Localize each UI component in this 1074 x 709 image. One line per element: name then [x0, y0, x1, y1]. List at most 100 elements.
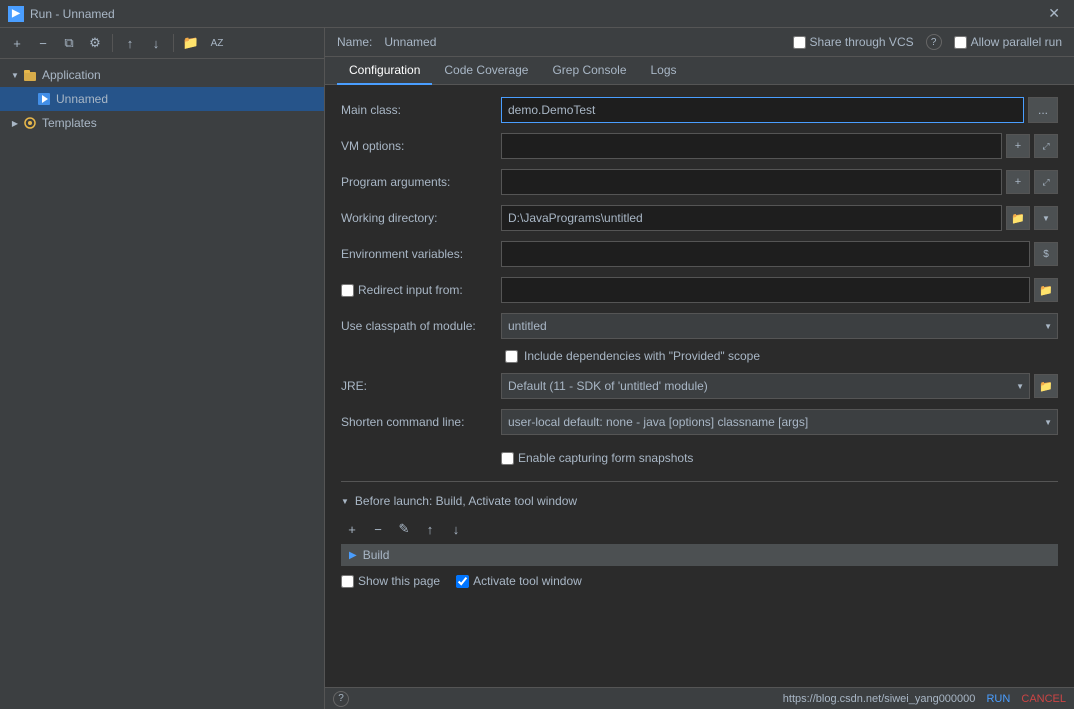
cancel-status-button[interactable]: CANCEL [1021, 693, 1066, 705]
include-dependencies-checkbox[interactable] [505, 350, 518, 363]
move-down-button[interactable]: ↓ [145, 32, 167, 54]
enable-capturing-checkbox[interactable] [501, 452, 514, 465]
jre-control: Default (11 - SDK of 'untitled' module) … [501, 373, 1058, 399]
vm-options-expand-button[interactable]: ⤢ [1034, 134, 1058, 158]
app-icon: ▶ [8, 6, 24, 22]
run-status-button[interactable]: RUN [986, 693, 1010, 705]
vm-options-add-button[interactable]: + [1006, 134, 1030, 158]
working-directory-value: D:\JavaPrograms\untitled [501, 205, 1002, 231]
window-title: Run - Unnamed [30, 7, 115, 21]
status-url: https://blog.csdn.net/siwei_yang000000 [783, 693, 976, 705]
shorten-cmd-row: Shorten command line: user-local default… [341, 409, 1058, 435]
parallel-run-checkbox[interactable] [954, 36, 967, 49]
enable-capturing-control: Enable capturing form snapshots [501, 451, 1058, 465]
show-page-label: Show this page [358, 574, 440, 588]
vm-options-input[interactable] [501, 133, 1002, 159]
config-content-area: Main class: ... VM options: + ⤢ Program … [325, 85, 1074, 687]
vm-options-control: + ⤢ [501, 133, 1058, 159]
left-panel: + − ⧉ ⚙ ↑ ↓ 📁 AZ ▼ Application [0, 28, 325, 709]
settings-config-button[interactable]: ⚙ [84, 32, 106, 54]
templates-label: Templates [42, 116, 97, 130]
application-label: Application [42, 68, 101, 82]
before-launch-up-button[interactable]: ↑ [419, 518, 441, 540]
show-page-group[interactable]: Show this page [341, 574, 440, 588]
tree-item-templates[interactable]: ▶ Templates [0, 111, 324, 135]
tab-grep-console[interactable]: Grep Console [540, 57, 638, 85]
tab-code-coverage[interactable]: Code Coverage [432, 57, 540, 85]
shorten-cmd-select[interactable]: user-local default: none - java [options… [501, 409, 1058, 435]
copy-config-button[interactable]: ⧉ [58, 32, 80, 54]
redirect-input-control: 📁 [501, 277, 1058, 303]
config-name-bar: Name: Unnamed Share through VCS ? Allow … [325, 28, 1074, 57]
jre-label: JRE: [341, 379, 501, 393]
redirect-input-input[interactable] [501, 277, 1030, 303]
before-launch-edit-button[interactable]: ✎ [393, 518, 415, 540]
tree-item-application[interactable]: ▼ Application [0, 63, 324, 87]
activate-tool-window-checkbox[interactable] [456, 575, 469, 588]
env-variables-input[interactable] [501, 241, 1030, 267]
activate-tool-window-group[interactable]: Activate tool window [456, 574, 582, 588]
working-directory-label: Working directory: [341, 211, 501, 225]
before-launch-down-button[interactable]: ↓ [445, 518, 467, 540]
program-arguments-row: Program arguments: + ⤢ [341, 169, 1058, 195]
remove-config-button[interactable]: − [32, 32, 54, 54]
right-panel: Name: Unnamed Share through VCS ? Allow … [325, 28, 1074, 709]
parallel-run-group[interactable]: Allow parallel run [954, 35, 1062, 49]
jre-select[interactable]: Default (11 - SDK of 'untitled' module) [501, 373, 1030, 399]
tabs-bar: Configuration Code Coverage Grep Console… [325, 57, 1074, 85]
redirect-input-checkbox[interactable] [341, 284, 354, 297]
question-mark-icon[interactable]: ? [926, 34, 942, 50]
add-config-button[interactable]: + [6, 32, 28, 54]
enable-capturing-label[interactable]: Enable capturing form snapshots [518, 451, 693, 465]
vm-options-row: VM options: + ⤢ [341, 133, 1058, 159]
sort-button[interactable]: AZ [206, 32, 228, 54]
help-icon[interactable]: ? [333, 691, 349, 707]
before-launch-label: Before launch: Build, Activate tool wind… [355, 494, 577, 508]
close-button[interactable]: ✕ [1042, 3, 1066, 24]
main-class-control: ... [501, 97, 1058, 123]
before-launch-collapse-icon[interactable]: ▼ [341, 497, 349, 506]
classpath-module-control: untitled ▼ [501, 313, 1058, 339]
tab-configuration[interactable]: Configuration [337, 57, 432, 85]
before-launch-remove-button[interactable]: − [367, 518, 389, 540]
activate-tool-window-label: Activate tool window [473, 574, 582, 588]
title-bar: ▶ Run - Unnamed ✕ [0, 0, 1074, 28]
main-class-browse-button[interactable]: ... [1028, 97, 1058, 123]
name-value: Unnamed [384, 35, 436, 49]
redirect-input-folder-button[interactable]: 📁 [1034, 278, 1058, 302]
tree-arrow-templates: ▶ [8, 119, 22, 128]
tree-item-unnamed[interactable]: ▶ Unnamed [0, 87, 324, 111]
main-layout: + − ⧉ ⚙ ↑ ↓ 📁 AZ ▼ Application [0, 28, 1074, 709]
main-class-input[interactable] [501, 97, 1024, 123]
share-vcs-label: Share through VCS [810, 35, 914, 49]
include-dependencies-label[interactable]: Include dependencies with "Provided" sco… [524, 349, 760, 363]
move-up-button[interactable]: ↑ [119, 32, 141, 54]
program-arguments-input[interactable] [501, 169, 1002, 195]
working-directory-folder-button[interactable]: 📁 [1006, 206, 1030, 230]
folder-button[interactable]: 📁 [180, 32, 202, 54]
classpath-module-label: Use classpath of module: [341, 319, 501, 333]
top-options: Share through VCS ? Allow parallel run [793, 34, 1062, 50]
before-launch-toolbar: + − ✎ ↑ ↓ [341, 514, 1058, 544]
share-vcs-group[interactable]: Share through VCS [793, 35, 914, 49]
program-arguments-control: + ⤢ [501, 169, 1058, 195]
env-variables-label: Environment variables: [341, 247, 501, 261]
program-arguments-expand-button[interactable]: ⤢ [1034, 170, 1058, 194]
before-launch-header: ▼ Before launch: Build, Activate tool wi… [341, 490, 1058, 514]
main-class-row: Main class: ... [341, 97, 1058, 123]
share-vcs-checkbox[interactable] [793, 36, 806, 49]
jre-folder-button[interactable]: 📁 [1034, 374, 1058, 398]
program-arguments-add-button[interactable]: + [1006, 170, 1030, 194]
redirect-input-label: Redirect input from: [358, 283, 463, 297]
before-launch-add-button[interactable]: + [341, 518, 363, 540]
bottom-checkboxes: Show this page Activate tool window [341, 570, 1058, 592]
before-launch-section: ▼ Before launch: Build, Activate tool wi… [341, 481, 1058, 592]
parallel-run-label: Allow parallel run [971, 35, 1062, 49]
build-row[interactable]: ▶ Build [341, 544, 1058, 566]
show-page-checkbox[interactable] [341, 575, 354, 588]
classpath-module-select[interactable]: untitled [501, 313, 1058, 339]
working-directory-dropdown-button[interactable]: ▼ [1034, 206, 1058, 230]
working-directory-row: Working directory: D:\JavaPrograms\untit… [341, 205, 1058, 231]
env-variables-edit-button[interactable]: $ [1034, 242, 1058, 266]
tab-logs[interactable]: Logs [639, 57, 689, 85]
